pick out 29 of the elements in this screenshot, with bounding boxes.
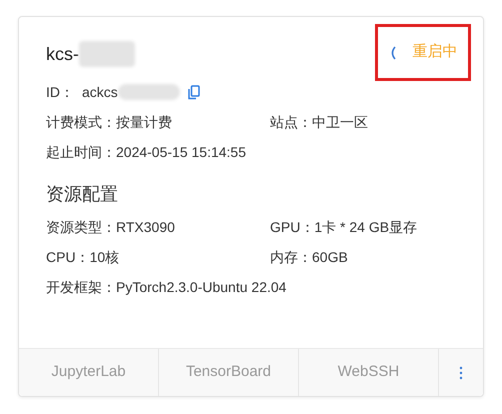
field-value: RTX3090 — [116, 218, 175, 236]
field-label: 资源类型： — [46, 218, 116, 236]
instance-name: kcs- — [46, 42, 79, 66]
field-value: 10核 — [90, 248, 120, 266]
field-value: 1卡 * 24 GB显存 — [314, 218, 418, 236]
field-label: 开发框架： — [46, 278, 116, 296]
field-value: 2024-05-15 15:14:55 — [116, 142, 246, 162]
field-label: CPU： — [46, 248, 90, 266]
action-button[interactable]: TensorBoard — [159, 349, 299, 396]
redaction-mark — [118, 84, 180, 100]
action-button[interactable]: WebSSH — [299, 349, 439, 396]
redaction-mark — [79, 41, 135, 67]
field-label: 起止时间： — [46, 142, 116, 162]
copy-icon[interactable] — [188, 84, 200, 100]
field-value: PyTorch2.3.0-Ubuntu 22.04 — [116, 278, 286, 297]
action-button[interactable]: JupyterLab — [19, 349, 159, 396]
id-label: ID： — [46, 82, 74, 102]
field-label: 计费模式： — [46, 112, 116, 132]
field-label: 内存： — [270, 248, 312, 266]
field-label: 站点： — [270, 112, 312, 132]
field-value: 按量计费 — [116, 112, 172, 132]
field-value: 中卫一区 — [312, 112, 368, 132]
field-value: 60GB — [312, 248, 348, 266]
more-icon — [459, 366, 463, 380]
status-text: 重启中 — [412, 42, 458, 62]
field-label: GPU： — [270, 218, 314, 236]
section-title: 资源配置 — [46, 183, 119, 206]
loading-spinner-icon — [388, 46, 396, 60]
id-value: ackcs — [82, 82, 118, 102]
